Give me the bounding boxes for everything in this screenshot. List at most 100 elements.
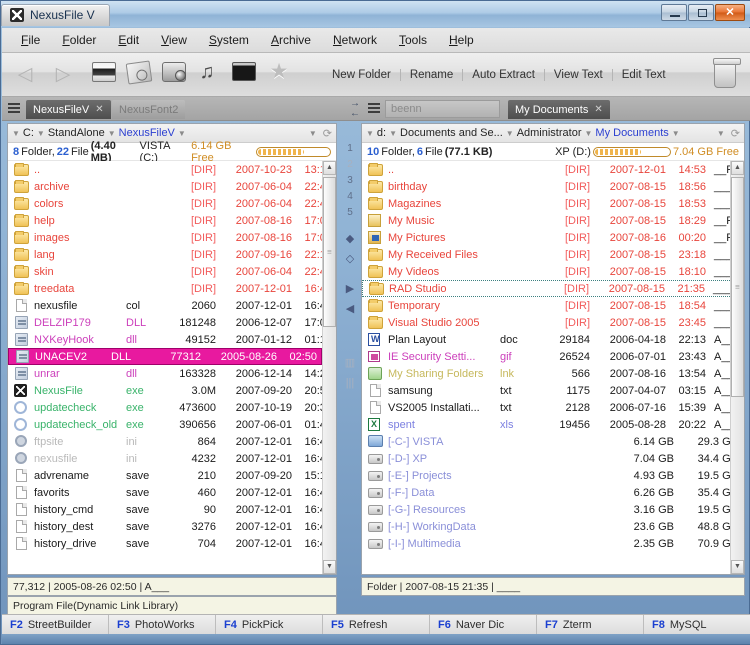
path-dropdown-icon[interactable]: ▼ (717, 129, 725, 138)
scroll-thumb[interactable] (731, 177, 744, 397)
path-caret-icon[interactable]: ▼ (108, 129, 116, 138)
table-row[interactable]: favorits save 460 2007-12-01 16:46 (8, 484, 336, 501)
left-tab-menu-icon[interactable] (8, 103, 20, 114)
menu-item-folder[interactable]: Folder (51, 30, 107, 50)
scroll-down-icon[interactable]: ▼ (323, 560, 336, 574)
table-row[interactable]: My Videos [DIR] 2007-08-15 18:10 ____ (362, 263, 744, 280)
table-row[interactable]: lang [DIR] 2007-09-16 22:18 (8, 246, 336, 263)
right-tab-menu-icon[interactable] (368, 103, 380, 114)
arrow-right-icon[interactable]: ▶ (346, 279, 354, 299)
tab-scroll-arrows[interactable]: → ← (350, 99, 364, 119)
toolbar-auto-extract-button[interactable]: Auto Extract (463, 68, 545, 81)
table-row[interactable]: VS2005 Installati... txt 2128 2006-07-16 15:… (362, 399, 744, 416)
toolbar-edit-text-button[interactable]: Edit Text (613, 69, 675, 81)
path-segment-1[interactable]: StandAlone (48, 127, 105, 139)
tab-nexusfont2[interactable]: NexusFont2 (112, 100, 186, 119)
refresh-icon[interactable]: ⟳ (731, 127, 740, 140)
table-row[interactable]: Magazines [DIR] 2007-08-15 18:53 ____ (362, 195, 744, 212)
table-row[interactable]: treedata [DIR] 2007-12-01 16:45 (8, 280, 336, 297)
table-row[interactable]: nexusfile ini 4232 2007-12-01 16:47 (8, 450, 336, 467)
panel-shortcut-3[interactable]: 3 (347, 173, 353, 189)
drive-row[interactable]: [-H-] WorkingData 23.6 GB 48.8 GB (362, 518, 744, 535)
path-caret-icon[interactable]: ▼ (37, 129, 45, 138)
film-icon[interactable] (232, 61, 258, 88)
toolbar-rename-button[interactable]: Rename (401, 68, 464, 81)
table-row[interactable]: NexusFile exe 3.0M 2007-09-20 20:55 (8, 382, 336, 399)
drive-row[interactable]: [-I-] Multimedia 2.35 GB 70.9 GB (362, 535, 744, 552)
table-row[interactable]: My Pictures [DIR] 2007-08-16 00:20 __R_ (362, 229, 744, 246)
drive-row[interactable]: [-D-] XP 7.04 GB 34.4 GB (362, 450, 744, 467)
path-caret-icon[interactable]: ▼ (366, 129, 374, 138)
menu-item-system[interactable]: System (198, 30, 260, 50)
path-caret-icon[interactable]: ▼ (672, 129, 680, 138)
path-caret-icon[interactable]: ▼ (506, 129, 514, 138)
path-caret-icon[interactable]: ▼ (178, 129, 186, 138)
table-row[interactable]: My Music [DIR] 2007-08-15 18:29 __R_ (362, 212, 744, 229)
table-row[interactable]: ftpsite ini 864 2007-12-01 16:46 (8, 433, 336, 450)
tab-close-icon[interactable]: ✕ (594, 104, 602, 115)
function-key-f8[interactable]: F8 MySQL (644, 615, 750, 635)
path-segment-2[interactable]: NexusFileV (119, 127, 175, 139)
table-row[interactable]: history_drive save 704 2007-12-01 16:46 (8, 535, 336, 552)
scroll-up-icon[interactable]: ▲ (731, 161, 744, 175)
table-row[interactable]: samsung txt 1175 2007-04-07 03:15 A___ (362, 382, 744, 399)
table-row[interactable]: unrar dll 163328 2006-12-14 14:23 (8, 365, 336, 382)
path-segment-3[interactable]: My Documents (595, 127, 668, 139)
diamond-filled-icon[interactable]: ◆ (346, 229, 354, 249)
scroll-thumb[interactable] (323, 177, 336, 327)
table-row[interactable]: Visual Studio 2005 [DIR] 2007-08-15 23:45 __… (362, 314, 744, 331)
function-key-f6[interactable]: F6 Naver Dic (430, 614, 537, 635)
table-row[interactable]: history_dest save 3276 2007-12-01 16:46 (8, 518, 336, 535)
forward-button[interactable]: ▷ (48, 60, 78, 90)
table-row[interactable]: IE Security Setti... gif 26524 2006-07-01 23… (362, 348, 744, 365)
table-row[interactable]: .. [DIR] 2007-10-23 13:10 (8, 161, 336, 178)
path-caret-icon[interactable]: ▼ (584, 129, 592, 138)
table-row[interactable]: skin [DIR] 2007-06-04 22:49 (8, 263, 336, 280)
arrow-left-icon[interactable]: ◀ (346, 299, 354, 319)
panel-shortcut-1[interactable]: 1 (347, 141, 353, 157)
back-button[interactable]: ◁ (10, 60, 40, 90)
function-key-f2[interactable]: F2 StreetBuilder (2, 614, 109, 635)
table-row[interactable]: colors [DIR] 2007-06-04 22:49 (8, 195, 336, 212)
tab-my-documents[interactable]: My Documents ✕ (508, 100, 610, 119)
menu-item-edit[interactable]: Edit (107, 30, 150, 50)
music-note-icon[interactable]: ♫ (197, 62, 223, 88)
bars-chart-icon[interactable]: ▥ (345, 353, 355, 373)
path-segment-1[interactable]: Documents and Se... (400, 127, 503, 139)
trash-icon[interactable] (713, 58, 741, 88)
drive-row[interactable]: [-F-] Data 6.26 GB 35.4 GB (362, 484, 744, 501)
camera-icon[interactable] (162, 61, 188, 88)
minimize-button[interactable] (661, 4, 687, 21)
diamond-outline-icon[interactable]: ◇ (346, 249, 354, 269)
menu-item-file[interactable]: File (10, 30, 51, 50)
table-row[interactable]: My Received Files [DIR] 2007-08-15 23:18 ___… (362, 246, 744, 263)
left-vertical-scrollbar[interactable]: ▲ ▼ (322, 161, 336, 574)
table-row[interactable]: birthday [DIR] 2007-08-15 18:56 ____ (362, 178, 744, 195)
table-row[interactable]: updatecheck exe 473600 2007-10-19 20:30 (8, 399, 336, 416)
toolbar-view-text-button[interactable]: View Text (545, 68, 613, 81)
panel-shortcut-2[interactable]: 2 (347, 157, 353, 173)
right-vertical-scrollbar[interactable]: ▲ ▼ (730, 161, 744, 574)
menu-item-help[interactable]: Help (438, 30, 485, 50)
tab-close-icon[interactable]: ✕ (95, 104, 103, 115)
toolbar-new-folder-button[interactable]: New Folder (323, 68, 401, 81)
menu-item-network[interactable]: Network (322, 30, 388, 50)
path-drive[interactable]: C: (23, 127, 34, 139)
table-row[interactable]: .. [DIR] 2007-12-01 14:53 __R_ (362, 161, 744, 178)
close-button[interactable]: ✕ (715, 4, 745, 21)
table-row[interactable]: advrename save 210 2007-09-20 15:10 (8, 467, 336, 484)
table-row[interactable]: UNACEV2 DLL 77312 2005-08-26 02:50 (8, 348, 322, 365)
path-segment-2[interactable]: Administrator (517, 127, 582, 139)
menu-item-archive[interactable]: Archive (260, 30, 322, 50)
path-caret-icon[interactable]: ▼ (12, 129, 20, 138)
folder-doc-icon[interactable] (125, 59, 153, 88)
menu-item-view[interactable]: View (150, 30, 198, 50)
drive-row[interactable]: [-G-] Resources 3.16 GB 19.5 GB (362, 501, 744, 518)
function-key-f5[interactable]: F5 Refresh (323, 614, 430, 635)
maximize-button[interactable] (688, 4, 714, 21)
panel-shortcut-5[interactable]: 5 (347, 205, 353, 221)
panel-shortcut-4[interactable]: 4 (347, 189, 353, 205)
tab-nexusfilev[interactable]: NexusFileV ✕ (26, 100, 111, 119)
table-row[interactable]: Plan Layoutdoc291842006-04-1822:13A___ (362, 331, 744, 348)
table-row[interactable]: spentxls194562005-08-2820:22A___ (362, 416, 744, 433)
